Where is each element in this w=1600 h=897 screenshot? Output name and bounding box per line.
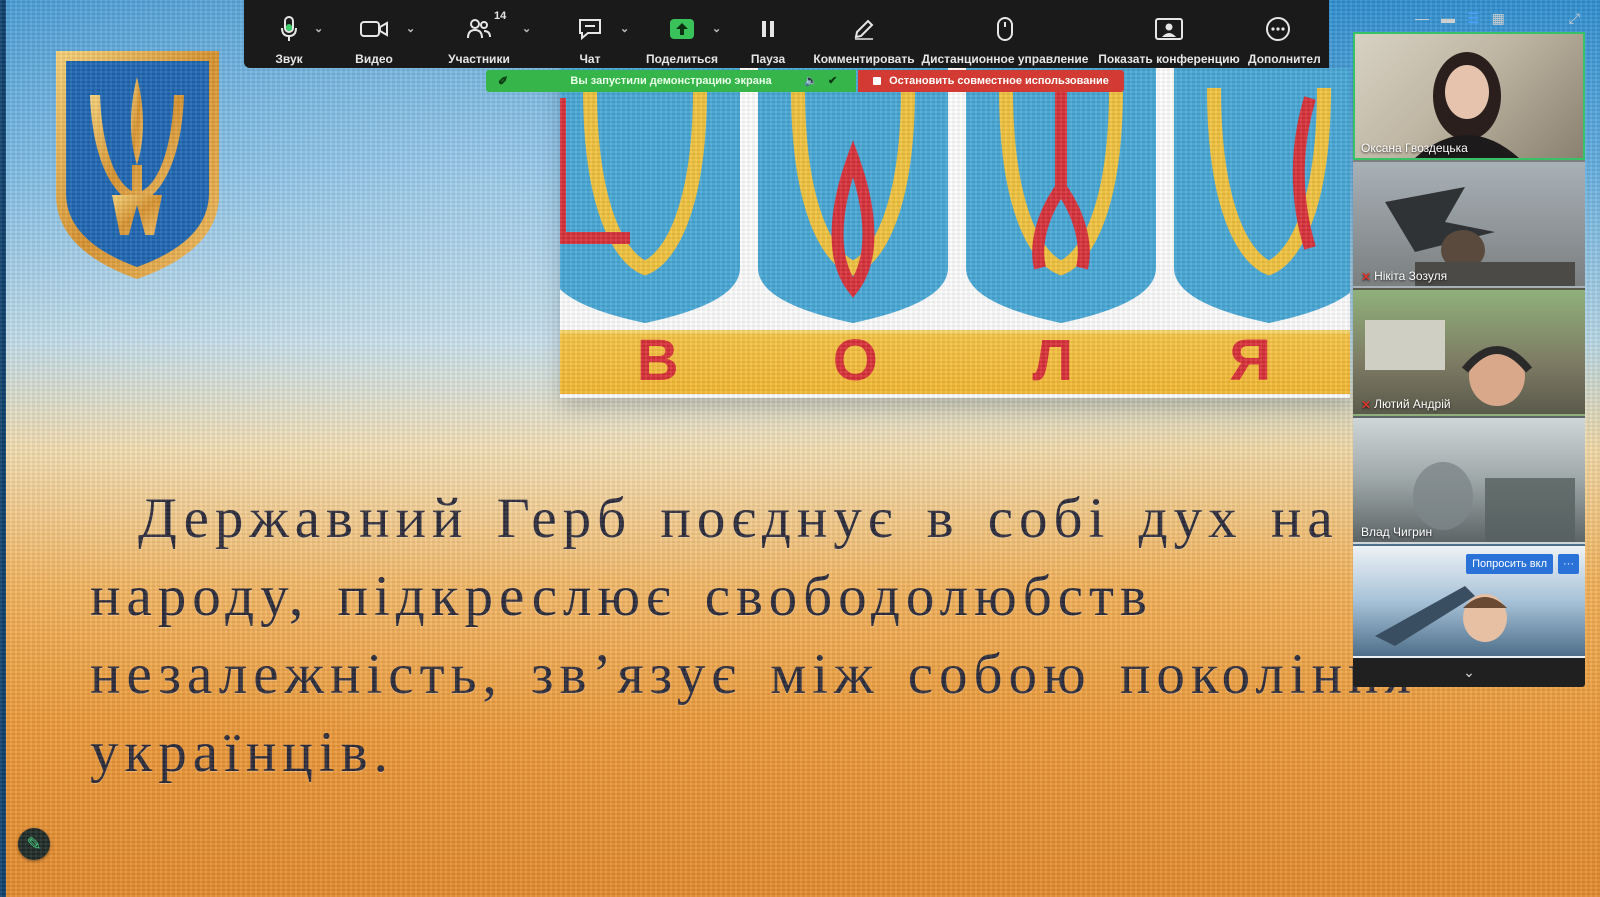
participant-tile[interactable]: Попросить вкл ··· [1353, 544, 1585, 658]
volya-banner: В О Л Я [560, 68, 1350, 398]
coat-of-arms-emblem [56, 51, 219, 279]
pencil-icon: ✎ [26, 833, 42, 854]
trident-shields-image [560, 68, 1350, 323]
chat-bubble-icon [577, 14, 603, 44]
slide-text-line: народу, підкреслює свободолюбств [90, 565, 1153, 628]
annotate-pencil-button[interactable]: ✎ [18, 828, 50, 860]
participant-video [1365, 320, 1533, 406]
banner-letter: Л [1032, 327, 1076, 393]
video-participants-panel: Оксана Гвоздецька ⨯ Нікіта Зозуля ⨯ Лютий … [1353, 32, 1585, 687]
participant-tile[interactable]: ⨯ Лютий Андрій [1353, 288, 1585, 416]
ellipsis-icon [1248, 14, 1308, 44]
pause-icon [760, 14, 776, 44]
participant-video [1413, 462, 1575, 542]
meeting-window-icon [1155, 14, 1183, 44]
more-button[interactable]: Дополнител [1248, 0, 1324, 68]
chevron-down-icon[interactable]: ⌄ [314, 22, 323, 35]
participant-name: ⨯ Лютий Андрій [1361, 397, 1451, 411]
audio-button[interactable]: Звук ⌄ [244, 0, 334, 68]
participant-tile[interactable]: Оксана Гвоздецька [1353, 32, 1585, 160]
slide-body-text: Державний Герб поєднує в собі дух на нар… [90, 480, 1510, 792]
participant-tile[interactable]: ⨯ Нікіта Зозуля [1353, 160, 1585, 288]
speaker-icon[interactable]: 🔈 [804, 74, 818, 87]
scroll-down-button[interactable]: ⌄ [1353, 658, 1585, 686]
pin-icon[interactable]: ✐ [498, 74, 508, 88]
participants-icon [466, 14, 492, 44]
sharing-status-bar: ✐ Вы запустили демонстрацию экрана 🔈 ✔ [486, 70, 856, 92]
chevron-down-icon[interactable]: ⌄ [620, 22, 629, 35]
share-arrow-icon [669, 14, 695, 44]
participant-name: Оксана Гвоздецька [1361, 141, 1468, 155]
banner-yellow-stripe [560, 330, 1350, 394]
restore-icon[interactable]: ▬ [1441, 10, 1455, 27]
participant-tile[interactable]: Влад Чигрин [1353, 416, 1585, 544]
banner-letter: Я [1229, 327, 1274, 393]
meeting-toolbar: Звук ⌄ Видео ⌄ 14 Участники ⌄ Чат ⌄ Поде… [244, 0, 1329, 68]
ask-to-unmute-button[interactable]: Попросить вкл [1466, 554, 1553, 574]
remote-control-button[interactable]: Дистанционное управление [920, 0, 1090, 68]
chevron-down-icon: ⌄ [1463, 663, 1475, 680]
camera-icon [360, 14, 388, 44]
banner-letter: О [832, 327, 880, 393]
stop-sharing-button[interactable]: Остановить совместное использование [858, 70, 1124, 92]
annotate-button[interactable]: Комментировать [808, 0, 920, 68]
banner-volya-word: В О Л Я [560, 328, 1350, 393]
participant-video [1385, 187, 1575, 286]
gallery-view-icon[interactable]: ▦ [1492, 10, 1505, 27]
slide-left-edge [0, 0, 6, 897]
fullscreen-icon[interactable]: ⤢ [1569, 10, 1580, 27]
slide-text-line: незалежність, зв’язує між собою поколінн… [90, 643, 1417, 706]
chevron-down-icon[interactable]: ⌄ [712, 22, 721, 35]
stop-square-icon [873, 77, 882, 85]
pencil-icon [852, 14, 876, 44]
participant-video [1415, 52, 1519, 158]
window-controls: — ▬ ☰ ▦ ⤢ [1415, 10, 1580, 27]
video-button[interactable]: Видео ⌄ [334, 0, 415, 68]
chevron-down-icon[interactable]: ⌄ [522, 22, 531, 35]
slide-text-line: українців. [90, 721, 394, 784]
participant-more-button[interactable]: ··· [1558, 554, 1579, 574]
speaker-view-icon[interactable]: ☰ [1467, 10, 1480, 27]
muted-mic-icon: ⨯ [1361, 397, 1372, 411]
share-screen-button[interactable]: Поделиться ⌄ [636, 0, 728, 68]
show-meeting-button[interactable]: Показать конференцию [1090, 0, 1248, 68]
participants-count-badge: 14 [494, 10, 507, 22]
shield-check-icon[interactable]: ✔ [828, 74, 837, 87]
slide-text-line: Державний Герб поєднує в собі дух на [138, 487, 1339, 550]
pause-share-button[interactable]: Пауза [728, 0, 808, 68]
participant-name: Влад Чигрин [1361, 525, 1433, 539]
minimize-icon[interactable]: — [1415, 10, 1429, 27]
mouse-icon [996, 14, 1014, 44]
banner-letter: В [636, 327, 681, 393]
muted-mic-icon: ⨯ [1361, 269, 1372, 283]
participant-name: ⨯ Нікіта Зозуля [1361, 269, 1448, 283]
participants-button[interactable]: 14 Участники ⌄ [414, 0, 544, 68]
microphone-icon [279, 14, 299, 44]
chat-button[interactable]: Чат ⌄ [544, 0, 636, 68]
